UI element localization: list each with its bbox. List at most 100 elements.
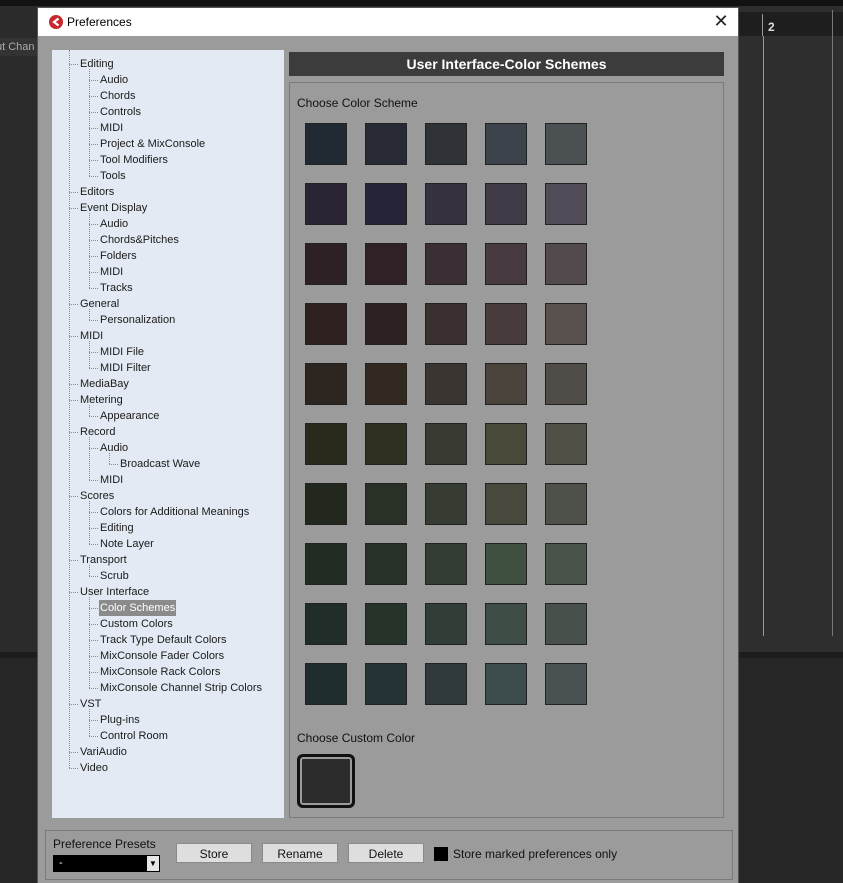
tree-item[interactable]: Custom Colors xyxy=(99,616,174,632)
tree-item[interactable]: Scores xyxy=(79,488,115,504)
tree-item[interactable]: Track Type Default Colors xyxy=(99,632,228,648)
color-scheme-swatch[interactable] xyxy=(485,603,527,645)
chevron-down-icon[interactable]: ▼ xyxy=(147,856,159,871)
tree-item[interactable]: Control Room xyxy=(99,728,169,744)
tree-item[interactable]: Chords xyxy=(99,88,136,104)
tree-item[interactable]: MIDI xyxy=(79,328,104,344)
color-scheme-swatch[interactable] xyxy=(305,543,347,585)
color-scheme-swatch[interactable] xyxy=(545,363,587,405)
color-scheme-swatch[interactable] xyxy=(365,363,407,405)
tree-item[interactable]: Editing xyxy=(79,56,115,72)
color-scheme-swatch[interactable] xyxy=(485,123,527,165)
tree-item[interactable]: Personalization xyxy=(99,312,176,328)
tree-item[interactable]: Tool Modifiers xyxy=(99,152,169,168)
color-scheme-swatch[interactable] xyxy=(545,543,587,585)
color-scheme-swatch[interactable] xyxy=(485,303,527,345)
tree-item[interactable]: Record xyxy=(79,424,116,440)
color-scheme-swatch[interactable] xyxy=(485,243,527,285)
tree-item[interactable]: Scrub xyxy=(99,568,130,584)
color-scheme-swatch[interactable] xyxy=(485,483,527,525)
tree-item[interactable]: Folders xyxy=(99,248,138,264)
host-ruler[interactable] xyxy=(738,12,843,36)
color-scheme-swatch[interactable] xyxy=(305,303,347,345)
tree-item[interactable]: MIDI xyxy=(99,472,124,488)
title-bar[interactable]: Preferences ✕ xyxy=(38,8,738,36)
color-scheme-swatch[interactable] xyxy=(545,303,587,345)
store-button[interactable]: Store xyxy=(176,843,252,863)
color-scheme-swatch[interactable] xyxy=(365,243,407,285)
color-scheme-swatch[interactable] xyxy=(425,543,467,585)
color-scheme-swatch[interactable] xyxy=(425,123,467,165)
tree-item[interactable]: Controls xyxy=(99,104,142,120)
color-scheme-swatch[interactable] xyxy=(365,603,407,645)
store-marked-checkbox[interactable] xyxy=(434,847,448,861)
tree-item[interactable]: Project & MixConsole xyxy=(99,136,206,152)
tree-item[interactable]: VariAudio xyxy=(79,744,128,760)
tree-item[interactable]: Video xyxy=(79,760,109,776)
color-scheme-swatch[interactable] xyxy=(485,363,527,405)
tree-item[interactable]: Plug-ins xyxy=(99,712,141,728)
tree-item[interactable]: VST xyxy=(79,696,102,712)
color-scheme-swatch[interactable] xyxy=(425,363,467,405)
color-scheme-swatch[interactable] xyxy=(425,183,467,225)
tree-item[interactable]: Audio xyxy=(99,72,129,88)
preset-select[interactable]: - ▼ xyxy=(53,855,160,872)
tree-item[interactable]: MIDI Filter xyxy=(99,360,152,376)
tree-item[interactable]: Chords&Pitches xyxy=(99,232,180,248)
tree-item[interactable]: Editors xyxy=(79,184,115,200)
color-scheme-swatch[interactable] xyxy=(545,183,587,225)
tree-item[interactable]: Transport xyxy=(79,552,128,568)
color-scheme-swatch[interactable] xyxy=(545,123,587,165)
tree-item[interactable]: Editing xyxy=(99,520,135,536)
tree-item[interactable]: MixConsole Fader Colors xyxy=(99,648,225,664)
color-scheme-swatch[interactable] xyxy=(365,303,407,345)
tree-item[interactable]: MIDI xyxy=(99,120,124,136)
tree-item[interactable]: Event Display xyxy=(79,200,148,216)
color-scheme-swatch[interactable] xyxy=(485,183,527,225)
color-scheme-swatch[interactable] xyxy=(365,663,407,705)
tree-item[interactable]: Appearance xyxy=(99,408,160,424)
color-scheme-swatch[interactable] xyxy=(545,483,587,525)
color-scheme-swatch[interactable] xyxy=(305,363,347,405)
color-scheme-swatch[interactable] xyxy=(365,543,407,585)
tree-item[interactable]: Colors for Additional Meanings xyxy=(99,504,250,520)
color-scheme-swatch[interactable] xyxy=(365,123,407,165)
tree-item[interactable]: Note Layer xyxy=(99,536,155,552)
color-scheme-swatch[interactable] xyxy=(305,123,347,165)
tree-item[interactable]: Tracks xyxy=(99,280,134,296)
color-scheme-swatch[interactable] xyxy=(425,303,467,345)
rename-button[interactable]: Rename xyxy=(262,843,338,863)
tree-item[interactable]: MIDI xyxy=(99,264,124,280)
tree-item[interactable]: User Interface xyxy=(79,584,150,600)
tree-item[interactable]: MediaBay xyxy=(79,376,130,392)
color-scheme-swatch[interactable] xyxy=(425,663,467,705)
tree-item[interactable]: Audio xyxy=(99,440,129,456)
tree-item[interactable]: Tools xyxy=(99,168,127,184)
color-scheme-swatch[interactable] xyxy=(425,603,467,645)
color-scheme-swatch[interactable] xyxy=(365,423,407,465)
tree-item[interactable]: MixConsole Channel Strip Colors xyxy=(99,680,263,696)
host-left-tab[interactable]: ut Chan xyxy=(0,38,40,56)
tree-item[interactable]: Broadcast Wave xyxy=(119,456,201,472)
color-scheme-swatch[interactable] xyxy=(305,423,347,465)
tree-item[interactable]: Metering xyxy=(79,392,124,408)
color-scheme-swatch[interactable] xyxy=(305,483,347,525)
color-scheme-swatch[interactable] xyxy=(485,543,527,585)
tree-item[interactable]: Audio xyxy=(99,216,129,232)
color-scheme-swatch[interactable] xyxy=(365,483,407,525)
tree-item[interactable]: MixConsole Rack Colors xyxy=(99,664,221,680)
close-button[interactable]: ✕ xyxy=(704,8,738,36)
delete-button[interactable]: Delete xyxy=(348,843,424,863)
color-scheme-swatch[interactable] xyxy=(485,423,527,465)
custom-color-swatch[interactable] xyxy=(297,754,355,808)
color-scheme-swatch[interactable] xyxy=(365,183,407,225)
color-scheme-swatch[interactable] xyxy=(425,243,467,285)
tree-item[interactable]: MIDI File xyxy=(99,344,145,360)
color-scheme-swatch[interactable] xyxy=(545,243,587,285)
tree-item[interactable]: Color Schemes xyxy=(99,600,177,616)
preferences-tree[interactable]: Editing Audio Chords Controls MIDI Project & … xyxy=(52,50,284,818)
color-scheme-swatch[interactable] xyxy=(545,663,587,705)
color-scheme-swatch[interactable] xyxy=(305,663,347,705)
color-scheme-swatch[interactable] xyxy=(305,183,347,225)
color-scheme-swatch[interactable] xyxy=(305,243,347,285)
